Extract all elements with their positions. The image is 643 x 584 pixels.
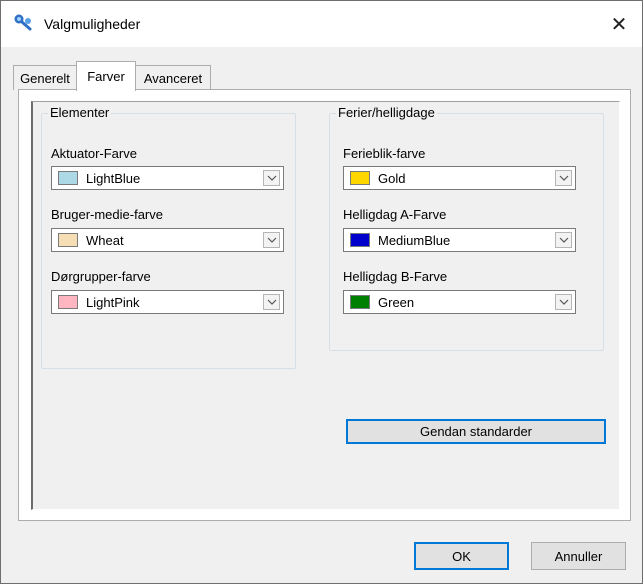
title-bar[interactable]: Valgmuligheder ✕	[1, 1, 642, 47]
close-button[interactable]: ✕	[596, 1, 642, 47]
helligdag-a-farve-select[interactable]: MediumBlue	[343, 228, 576, 252]
dropdown-button[interactable]	[555, 232, 572, 248]
tab-panel-farver: Elementer Aktuator-Farve LightBlue Bruge…	[18, 89, 631, 521]
aktuator-farve-select[interactable]: LightBlue	[51, 166, 284, 190]
bruger-medie-farve-select[interactable]: Wheat	[51, 228, 284, 252]
chevron-down-icon	[559, 299, 568, 305]
close-icon: ✕	[610, 13, 628, 36]
selected-value: LightBlue	[86, 171, 141, 186]
selected-value: Wheat	[86, 233, 124, 248]
ferier-helligdage-group: Ferier/helligdage Ferieblik-farve Gold H…	[329, 106, 604, 351]
aktuator-farve-label: Aktuator-Farve	[51, 146, 137, 161]
elementer-legend: Elementer	[50, 105, 110, 120]
selected-value: Green	[378, 295, 415, 310]
dorgrupper-farve-select[interactable]: LightPink	[51, 290, 284, 314]
reset-defaults-label: Gendan standarder	[419, 424, 533, 439]
ok-button[interactable]: OK	[414, 542, 509, 570]
app-icon	[13, 13, 35, 33]
dorgrupper-farve-label: Dørgrupper-farve	[51, 269, 151, 284]
color-settings-panel: Elementer Aktuator-Farve LightBlue Bruge…	[31, 101, 620, 510]
ferier-helligdage-legend: Ferier/helligdage	[338, 105, 435, 120]
chevron-down-icon	[267, 237, 276, 243]
color-swatch	[58, 295, 78, 309]
tab-label: Farver	[87, 69, 125, 84]
bruger-medie-farve-label: Bruger-medie-farve	[51, 207, 163, 222]
chevron-down-icon	[559, 175, 568, 181]
chevron-down-icon	[559, 237, 568, 243]
window-title: Valgmuligheder	[44, 16, 141, 32]
dropdown-button[interactable]	[263, 170, 280, 186]
color-swatch	[58, 233, 78, 247]
tab-farver[interactable]: Farver	[76, 61, 136, 91]
tab-generelt[interactable]: Generelt	[13, 65, 77, 90]
tab-label: Avanceret	[143, 70, 203, 86]
ferieblik-farve-select[interactable]: Gold	[343, 166, 576, 190]
dropdown-button[interactable]	[555, 170, 572, 186]
tab-avanceret[interactable]: Avanceret	[135, 65, 211, 90]
helligdag-a-farve-label: Helligdag A-Farve	[343, 207, 447, 222]
reset-defaults-button[interactable]: Gendan standarder	[346, 419, 606, 444]
ferieblik-farve-label: Ferieblik-farve	[343, 146, 426, 161]
color-swatch	[58, 171, 78, 185]
chevron-down-icon	[267, 175, 276, 181]
selected-value: LightPink	[86, 295, 140, 310]
dropdown-button[interactable]	[555, 294, 572, 310]
elementer-group: Elementer Aktuator-Farve LightBlue Bruge…	[41, 106, 296, 369]
chevron-down-icon	[267, 299, 276, 305]
tab-label: Generelt	[20, 70, 70, 86]
color-swatch	[350, 171, 370, 185]
cancel-button[interactable]: Annuller	[531, 542, 626, 570]
selected-value: MediumBlue	[378, 233, 451, 248]
helligdag-b-farve-select[interactable]: Green	[343, 290, 576, 314]
options-dialog: Valgmuligheder ✕ Generelt Farver Avancer…	[0, 0, 643, 584]
selected-value: Gold	[378, 171, 406, 186]
dropdown-button[interactable]	[263, 294, 280, 310]
dropdown-button[interactable]	[263, 232, 280, 248]
color-swatch	[350, 233, 370, 247]
cancel-label: Annuller	[554, 548, 603, 564]
color-swatch	[350, 295, 370, 309]
ok-label: OK	[452, 548, 471, 564]
helligdag-b-farve-label: Helligdag B-Farve	[343, 269, 448, 284]
